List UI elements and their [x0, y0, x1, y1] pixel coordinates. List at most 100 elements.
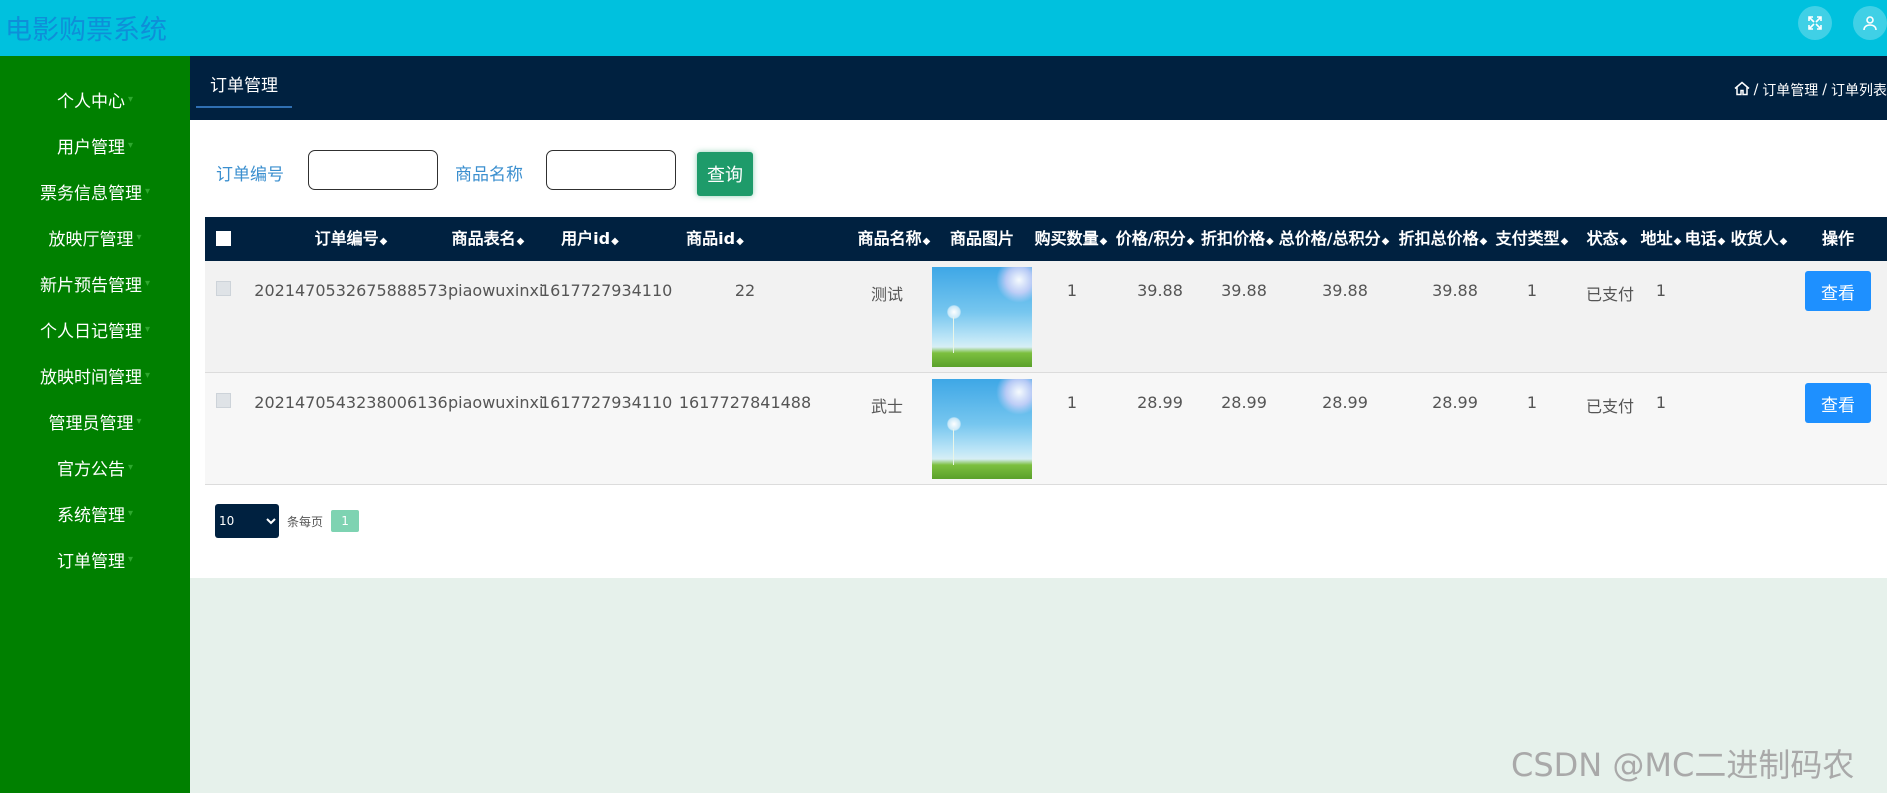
breadcrumb: / 订单管理 / 订单列表: [1734, 80, 1887, 100]
select-all-checkbox[interactable]: [216, 231, 231, 246]
chevron-down-icon: ▾: [144, 323, 151, 335]
sort-icon: ◆: [1673, 236, 1682, 247]
chevron-down-icon: ▾: [127, 93, 134, 105]
column-header-phone[interactable]: 电话◆: [1683, 217, 1727, 261]
fullscreen-icon[interactable]: [1798, 6, 1832, 40]
sort-icon: ◆: [516, 236, 525, 247]
cell-price: 28.99: [1137, 393, 1183, 412]
column-header-status[interactable]: 状态◆: [1584, 217, 1630, 261]
user-icon[interactable]: [1853, 6, 1887, 40]
sidebar-item-personal-center[interactable]: 个人中心 ▾: [0, 76, 190, 122]
cell-goods-id: 22: [734, 281, 756, 300]
sort-icon: ◆: [1779, 236, 1788, 247]
sort-icon: ◆: [1381, 236, 1390, 247]
sort-icon: ◆: [1560, 236, 1569, 247]
column-header-goods-name[interactable]: 商品名称◆: [854, 217, 934, 261]
sidebar-item-system[interactable]: 系统管理 ▾: [0, 490, 190, 536]
cell-address: 1: [1655, 393, 1667, 412]
sidebar-item-label: 管理员管理: [48, 413, 134, 434]
sidebar-item-tickets[interactable]: 票务信息管理 ▾: [0, 168, 190, 214]
chevron-down-icon: ▾: [144, 277, 151, 289]
sort-icon: ◆: [922, 236, 931, 247]
table-header: 订单编号◆ 商品表名◆ 用户id◆ 商品id◆ 商品名称◆ 商品图片 购买数量◆…: [205, 217, 1887, 261]
product-name-input[interactable]: [546, 150, 676, 190]
column-header-total[interactable]: 总价格/总积分◆: [1278, 217, 1390, 261]
view-button[interactable]: 查看: [1805, 271, 1871, 311]
top-bar: 电影购票系统: [0, 0, 1887, 56]
chevron-down-icon: ▾: [136, 231, 142, 243]
row-checkbox[interactable]: [216, 393, 231, 408]
column-header-goods-id[interactable]: 商品id◆: [645, 217, 785, 261]
chevron-down-icon: ▾: [144, 369, 151, 381]
column-header-receiver[interactable]: 收货人◆: [1729, 217, 1789, 261]
cell-quantity: 1: [1066, 281, 1078, 300]
cell-goods-name: 武士: [870, 397, 903, 416]
sidebar-item-label: 用户管理: [56, 137, 125, 158]
tab-bar: 订单管理 / 订单管理 / 订单列表: [190, 56, 1887, 120]
breadcrumb-separator: /: [1822, 82, 1827, 98]
sidebar-item-label: 订单管理: [56, 551, 125, 572]
column-header-discount-price[interactable]: 折扣价格◆: [1201, 217, 1274, 261]
cell-user-id: 1617727934110: [540, 393, 673, 412]
breadcrumb-item[interactable]: 订单管理: [1762, 80, 1818, 100]
sidebar: 个人中心 ▾ 用户管理 ▾ 票务信息管理 ▾ 放映厅管理 ▾ 新片预告管理 ▾ 个人日记管…: [0, 56, 190, 793]
per-page-label: 条每页: [287, 514, 324, 529]
order-no-label: 订单编号: [216, 165, 284, 185]
sidebar-item-label: 票务信息管理: [39, 183, 142, 204]
cell-discount-total: 28.99: [1432, 393, 1478, 412]
cell-user-id: 1617727934110: [540, 281, 673, 300]
cell-pay-type: 1: [1526, 281, 1538, 300]
sidebar-item-diary[interactable]: 个人日记管理 ▾: [0, 306, 190, 352]
column-header-user-id[interactable]: 用户id◆: [530, 217, 650, 261]
cell-table-name: piaowuxinxi: [448, 281, 544, 300]
sidebar-item-users[interactable]: 用户管理 ▾: [0, 122, 190, 168]
cell-order-no: 2021470532675888573: [254, 281, 448, 300]
sidebar-item-label: 新片预告管理: [39, 275, 142, 296]
cell-status: 已支付: [1585, 285, 1634, 304]
column-header-address[interactable]: 地址◆: [1639, 217, 1683, 261]
sort-icon: ◆: [1266, 236, 1274, 247]
page-number-1[interactable]: 1: [331, 510, 360, 532]
cell-discount-total: 39.88: [1432, 281, 1478, 300]
page-size-select[interactable]: 10: [215, 504, 279, 538]
home-icon[interactable]: [1734, 81, 1750, 100]
cell-total: 39.88: [1322, 281, 1368, 300]
column-header-pay-type[interactable]: 支付类型◆: [1495, 217, 1569, 261]
cell-address: 1: [1655, 281, 1667, 300]
sidebar-item-orders[interactable]: 订单管理 ▾: [0, 536, 190, 582]
content-panel: 订单编号 商品名称 查询 订单编号◆ 商品表名◆ 用户id◆ 商品id◆ 商品名…: [190, 120, 1887, 578]
product-name-label: 商品名称: [455, 165, 523, 185]
cell-pay-type: 1: [1526, 393, 1538, 412]
tab-order-management[interactable]: 订单管理: [196, 66, 292, 108]
cell-total: 28.99: [1322, 393, 1368, 412]
cell-goods-id: 1617727841488: [678, 393, 812, 412]
column-header-quantity[interactable]: 购买数量◆: [1033, 217, 1109, 261]
column-header-order-no[interactable]: 订单编号◆: [271, 217, 431, 261]
column-header-table-name[interactable]: 商品表名◆: [438, 217, 538, 261]
search-button[interactable]: 查询: [697, 152, 753, 196]
cell-price: 39.88: [1137, 281, 1183, 300]
pagination: 10 条每页 1: [215, 504, 360, 538]
column-header-price[interactable]: 价格/积分◆: [1113, 217, 1197, 261]
row-checkbox[interactable]: [216, 281, 231, 296]
sidebar-item-admins[interactable]: 管理员管理 ▾: [0, 398, 190, 444]
sort-icon: ◆: [1099, 236, 1108, 247]
chevron-down-icon: ▾: [144, 185, 151, 197]
sidebar-item-halls[interactable]: 放映厅管理 ▾: [0, 214, 190, 260]
column-header-discount-total[interactable]: 折扣总价格◆: [1397, 217, 1489, 261]
table-row: 2021470532675888573 piaowuxinxi 16177279…: [205, 261, 1887, 373]
sort-icon: ◆: [736, 236, 744, 247]
sidebar-item-label: 放映时间管理: [39, 367, 142, 388]
chevron-down-icon: ▾: [127, 461, 134, 473]
sidebar-item-announcements[interactable]: 官方公告 ▾: [0, 444, 190, 490]
view-button[interactable]: 查看: [1805, 383, 1871, 423]
order-no-input[interactable]: [308, 150, 438, 190]
sidebar-item-trailers[interactable]: 新片预告管理 ▾: [0, 260, 190, 306]
sort-icon: ◆: [1186, 236, 1195, 247]
orders-table: 订单编号◆ 商品表名◆ 用户id◆ 商品id◆ 商品名称◆ 商品图片 购买数量◆…: [205, 217, 1887, 485]
sidebar-item-label: 个人中心: [56, 91, 125, 112]
sort-icon: ◆: [1717, 236, 1726, 247]
app-title: 电影购票系统: [5, 15, 167, 46]
sidebar-item-label: 个人日记管理: [39, 321, 142, 342]
sidebar-item-showtimes[interactable]: 放映时间管理 ▾: [0, 352, 190, 398]
